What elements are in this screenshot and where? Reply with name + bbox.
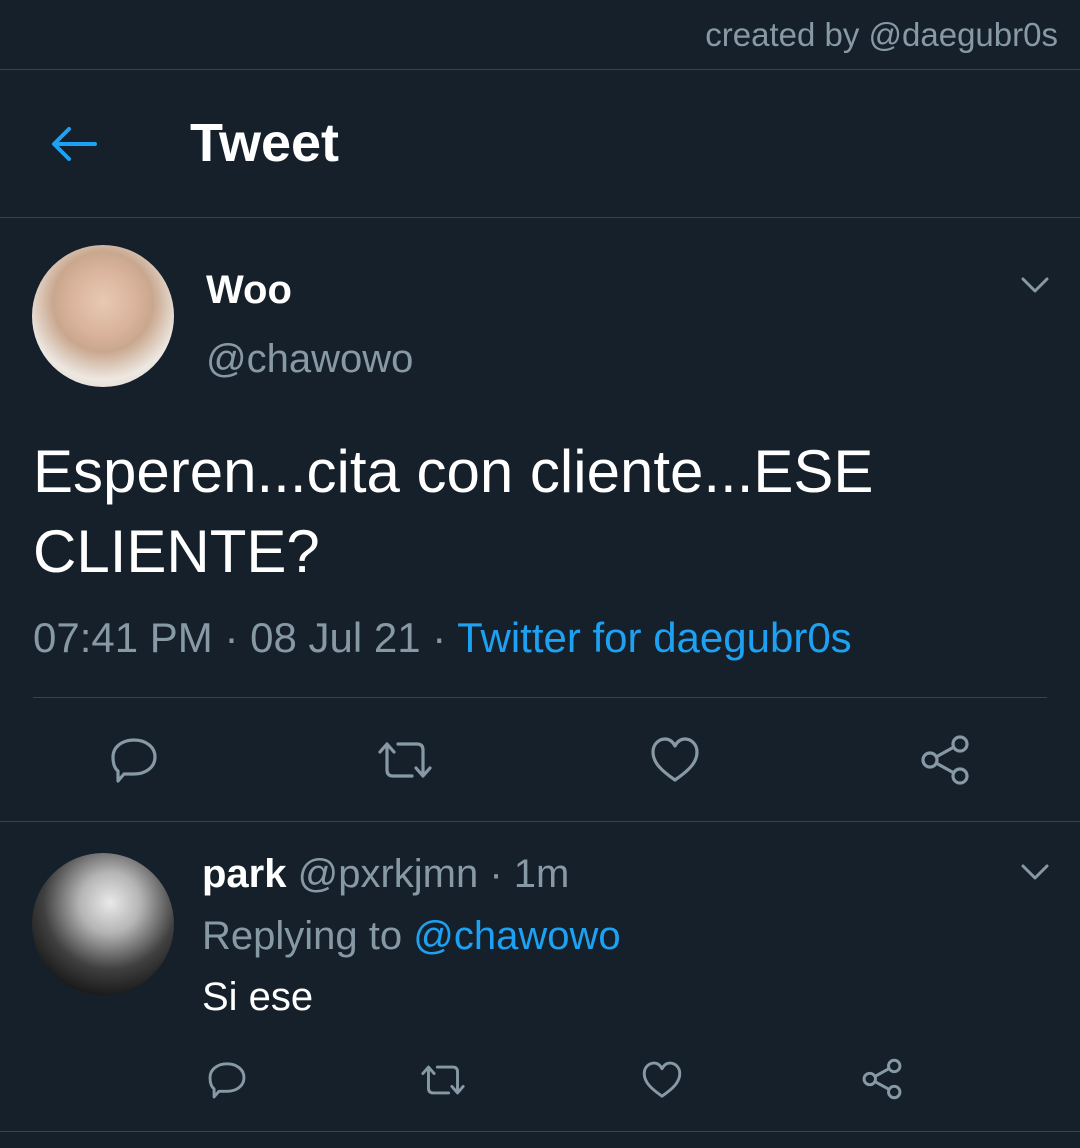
back-button[interactable] [48,118,100,170]
watermark-divider [0,69,1080,70]
reply-divider [0,1131,1080,1132]
tweet-menu-button[interactable] [1013,263,1057,307]
reply-header: park @pxrkjmn · 1m [202,852,569,897]
reply-icon [111,738,157,783]
reply-text: Si ese [202,975,314,1019]
meta-separator: · [212,614,251,661]
reply-reply-button[interactable] [205,1058,249,1102]
reply-author-handle[interactable]: @pxrkjmn [298,852,479,896]
replying-mention-link[interactable]: @chawowo [413,914,620,958]
replying-prefix: Replying to [202,914,414,958]
like-button[interactable] [647,732,703,788]
reply-author-avatar[interactable] [32,853,174,995]
tweet-divider [0,821,1080,822]
reply-icon [208,1062,246,1099]
meta-separator: · [420,614,458,661]
reply-share-button[interactable] [859,1056,905,1102]
retweet-icon [378,742,432,778]
reply-retweet-button[interactable] [418,1058,468,1102]
tweet-text: Esperen...cita con cliente...ESE CLIENTE… [33,438,874,585]
header-divider [0,217,1080,218]
tweet-client-link[interactable]: Twitter for daegubr0s [457,614,852,661]
reply-separator: · [478,852,514,896]
chevron-down-icon [1021,864,1049,880]
share-button[interactable] [917,732,973,788]
chevron-down-icon [1021,277,1049,293]
like-icon [642,1061,682,1098]
watermark: created by @daegubr0s [705,16,1058,53]
share-icon [862,1058,902,1100]
reply-like-button[interactable] [639,1058,685,1102]
like-icon [651,737,699,782]
page-title: Tweet [190,113,340,173]
replying-to: Replying to @chawowo [202,914,621,959]
meta-divider [33,697,1047,698]
author-name[interactable]: Woo [206,268,292,313]
tweet-time: 07:41 PM [33,614,213,661]
reply-author-name[interactable]: park [202,852,287,896]
reply-time: 1m [513,852,570,896]
retweet-button[interactable] [374,732,436,788]
reply-button[interactable] [106,732,162,788]
author-avatar[interactable] [32,245,174,387]
tweet-date: 08 Jul 21 [250,614,421,661]
retweet-icon [421,1065,465,1095]
author-handle[interactable]: @chawowo [206,337,413,382]
arrow-left-icon [52,127,97,161]
reply-menu-button[interactable] [1013,850,1057,894]
share-icon [921,735,969,785]
tweet-meta: 07:41 PM · 08 Jul 21 · Twitter for daegu… [33,614,852,662]
